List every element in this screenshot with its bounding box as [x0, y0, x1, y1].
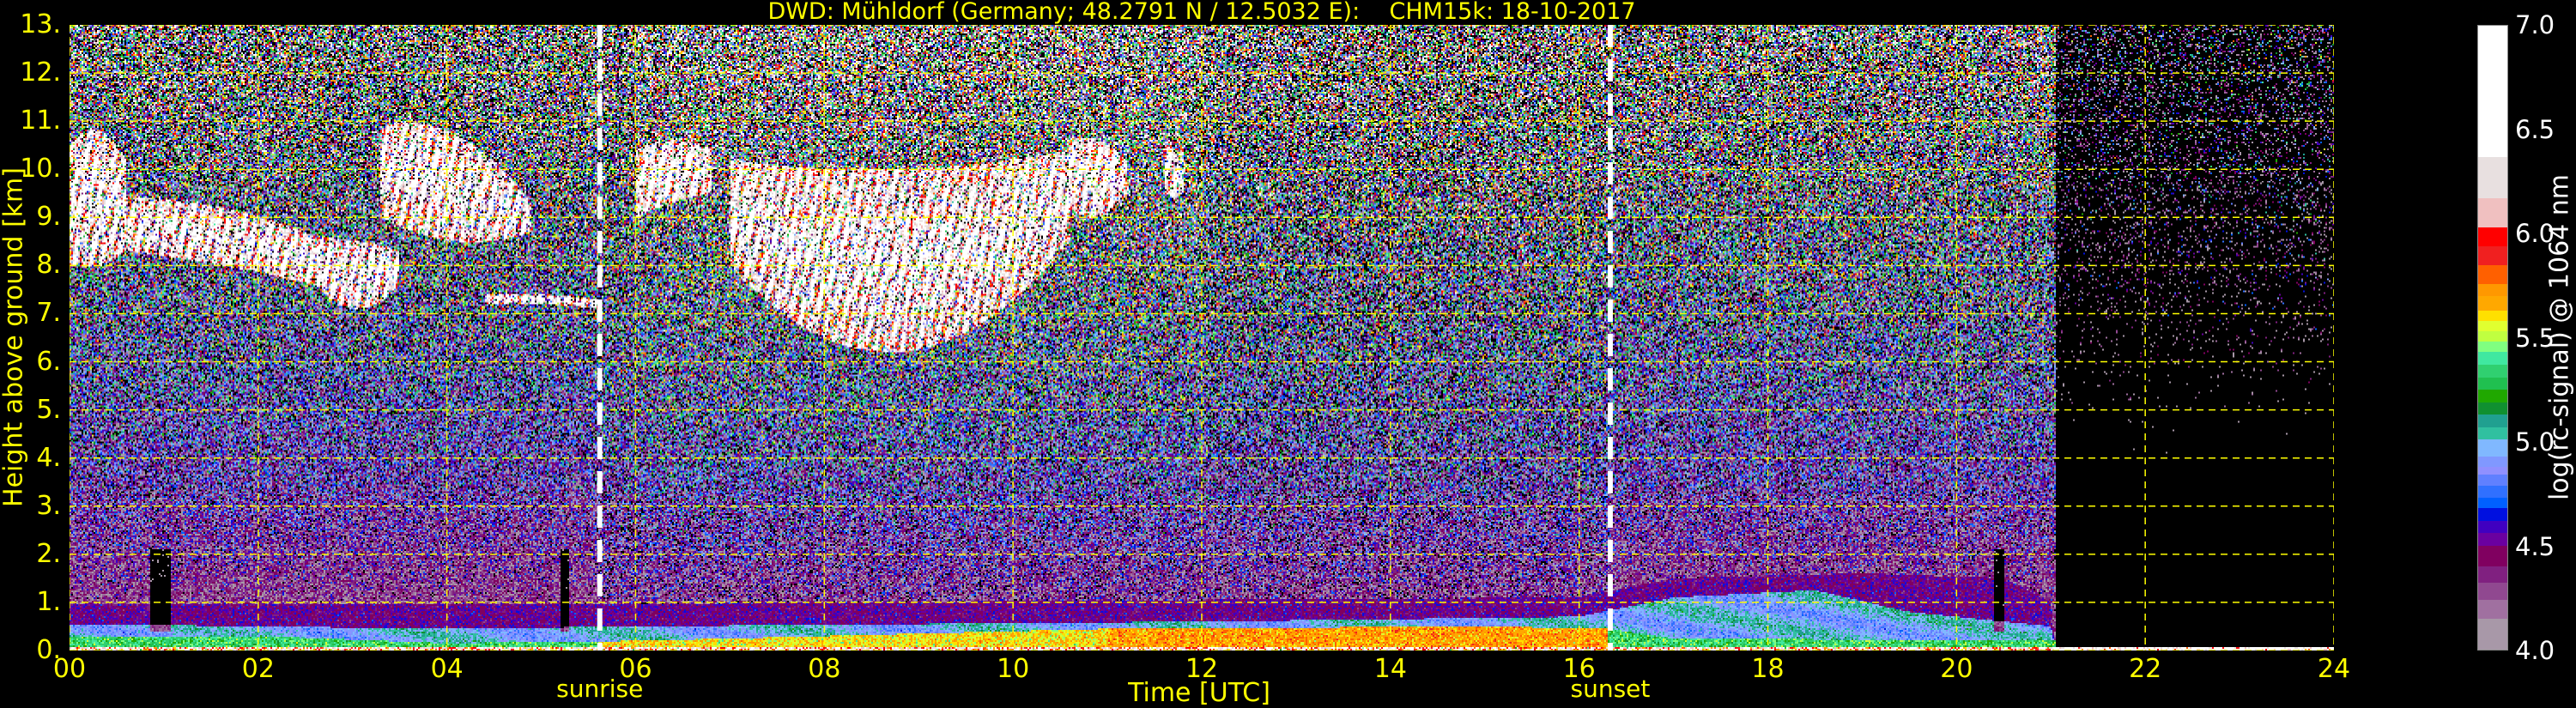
y-tick-label: 1.	[36, 586, 61, 617]
colorbar	[2477, 25, 2508, 651]
colorbar-level	[2478, 264, 2507, 284]
colorbar-level	[2478, 227, 2507, 246]
colorbar-tick-label: 4.0	[2515, 636, 2555, 665]
colorbar-level	[2478, 198, 2507, 228]
colorbar-level	[2478, 415, 2507, 427]
colorbar-level	[2478, 321, 2507, 332]
x-tick-label: 24	[2317, 654, 2351, 684]
colorbar-level	[2478, 402, 2507, 415]
colorbar-level	[2478, 545, 2507, 567]
colorbar-level	[2478, 156, 2507, 199]
y-tick-label: 6.	[36, 346, 61, 377]
x-tick-label: 04	[430, 654, 464, 684]
colorbar-tick-label: 6.5	[2515, 114, 2555, 144]
colorbar-level	[2478, 439, 2507, 457]
y-tick-label: 7.	[36, 298, 61, 329]
x-tick-label: 18	[1751, 654, 1785, 684]
colorbar-level	[2478, 466, 2507, 475]
colorbar-level	[2478, 533, 2507, 546]
colorbar-tick-label: 4.5	[2515, 531, 2555, 561]
colorbar-level	[2478, 520, 2507, 534]
colorbar-level	[2478, 26, 2507, 157]
colorbar-level	[2478, 365, 2507, 378]
sunset-label: sunset	[1570, 675, 1651, 703]
colorbar-level	[2478, 296, 2507, 311]
colorbar-level	[2478, 342, 2507, 353]
y-tick-label: 9.	[36, 202, 61, 233]
colorbar-level	[2478, 331, 2507, 342]
plot-overlay	[70, 25, 2334, 651]
colorbar-level	[2478, 566, 2507, 584]
colorbar-level	[2478, 485, 2507, 499]
x-tick-label: 00	[52, 654, 87, 684]
colorbar-level	[2478, 390, 2507, 402]
colorbar-level	[2478, 427, 2507, 440]
colorbar-level	[2478, 311, 2507, 322]
colorbar-level	[2478, 475, 2507, 486]
x-tick-label: 08	[808, 654, 841, 684]
y-axis-label: Height above ground [km]	[0, 167, 29, 507]
y-tick-label: 8.	[36, 250, 61, 281]
sunrise-label: sunrise	[556, 675, 644, 703]
y-tick-label: 3.	[36, 490, 61, 521]
y-tick-label: 12.	[20, 57, 61, 88]
colorbar-level	[2478, 377, 2507, 390]
x-tick-label: 14	[1373, 654, 1407, 684]
x-tick-label: 22	[2129, 654, 2162, 684]
x-tick-label: 20	[1940, 654, 1973, 684]
colorbar-level	[2478, 583, 2507, 600]
colorbar-level	[2478, 498, 2507, 509]
colorbar-level	[2478, 618, 2507, 650]
colorbar-level	[2478, 456, 2507, 467]
y-tick-label: 13.	[20, 9, 61, 39]
colorbar-level	[2478, 352, 2507, 366]
x-tick-label: 02	[241, 654, 275, 684]
y-tick-label: 2.	[36, 538, 61, 569]
colorbar-level	[2478, 508, 2507, 521]
colorbar-label: log(rc-signal) @ 1064 nm	[2544, 173, 2575, 501]
plot-area	[70, 25, 2334, 651]
colorbar-tick-label: 7.0	[2515, 10, 2555, 39]
y-tick-label: 4.	[36, 442, 61, 473]
chart-title: DWD: Mühldorf (Germany; 48.2791 N / 12.5…	[767, 0, 1636, 25]
x-axis-label: Time [UTC]	[1128, 678, 1270, 708]
x-tick-label: 10	[997, 654, 1030, 684]
y-tick-label: 5.	[36, 394, 61, 425]
colorbar-level	[2478, 283, 2507, 297]
colorbar-level	[2478, 599, 2507, 619]
colorbar-level	[2478, 245, 2507, 265]
y-tick-label: 11.	[20, 106, 61, 136]
